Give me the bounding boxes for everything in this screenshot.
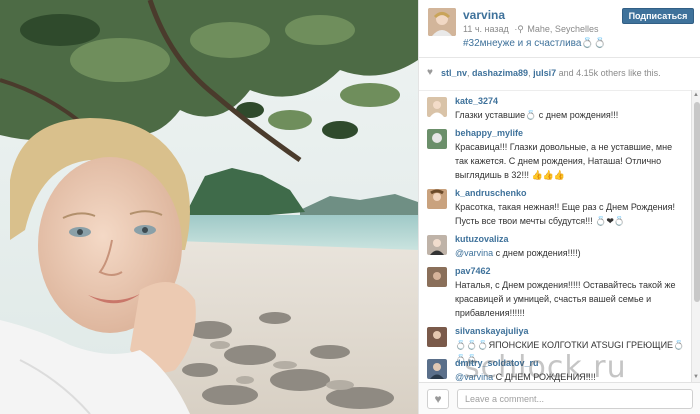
comment-text: @varvina с днем рождения!!!!) bbox=[455, 246, 685, 260]
liker-link[interactable]: julsi7 bbox=[533, 68, 556, 78]
comment-text: @varvina С ДНЕМ РОЖДЕНИЯ!!!! bbox=[455, 370, 685, 382]
post-photo bbox=[0, 0, 418, 414]
comment-username[interactable]: kate_3274 bbox=[455, 96, 498, 106]
comment-username[interactable]: dmitry_soldatov_ru bbox=[455, 358, 539, 368]
comment-footer: ♥ bbox=[419, 382, 700, 414]
likes-bar: ♥ stl_nv, dashazima89, julsi7 and 4.15k … bbox=[419, 64, 700, 84]
comment-username[interactable]: silvanskayajuliya bbox=[455, 326, 529, 336]
comment-body: С ДНЕМ РОЖДЕНИЯ!!!! bbox=[493, 372, 596, 382]
comments-scrollbar[interactable]: ▲ ▼ bbox=[691, 90, 700, 382]
mention-link[interactable]: @varvina bbox=[455, 248, 493, 258]
comments-list: kate_3274 Глазки уставшие💍 с днем рожден… bbox=[419, 90, 691, 382]
comment-text: Красавица!!! Глазки довольные, а не уста… bbox=[455, 142, 673, 180]
comment-input[interactable] bbox=[457, 389, 693, 409]
scroll-thumb[interactable] bbox=[694, 102, 700, 302]
liker-link[interactable]: stl_nv bbox=[441, 68, 467, 78]
comment-avatar[interactable] bbox=[427, 235, 447, 255]
likes-count[interactable]: 4.15k bbox=[576, 68, 598, 78]
comment-avatar[interactable] bbox=[427, 359, 447, 379]
post-time[interactable]: 11 ч. назад bbox=[463, 24, 509, 34]
comment-body: с днем рождения!!!!) bbox=[493, 248, 581, 258]
avatar[interactable] bbox=[428, 8, 456, 36]
scroll-down-arrow-icon[interactable]: ▼ bbox=[693, 374, 699, 380]
liker-link[interactable]: dashazima89 bbox=[472, 68, 528, 78]
comment-text: Глазки уставшие💍 с днем рождения!!! bbox=[455, 110, 619, 120]
comment-username[interactable]: behappy_mylife bbox=[455, 128, 523, 138]
comment-username[interactable]: kutuzovaliza bbox=[455, 234, 509, 244]
likes-text: stl_nv, dashazima89, julsi7 and 4.15k ot… bbox=[441, 68, 661, 78]
comment-avatar[interactable] bbox=[427, 189, 447, 209]
post-sidebar: varvina 11 ч. назад ·⚲ Mahe, Seychelles … bbox=[418, 0, 700, 414]
likes-suffix: others like this. bbox=[598, 68, 661, 78]
comment-username[interactable]: k_andruschenko bbox=[455, 188, 527, 198]
likes-and: and bbox=[556, 68, 577, 78]
like-button[interactable]: ♥ bbox=[427, 389, 449, 409]
heart-icon: ♥ bbox=[427, 67, 433, 78]
post-caption[interactable]: #32мнеуже и я счастлива💍💍 bbox=[463, 38, 606, 49]
heart-icon: ♥ bbox=[434, 392, 442, 406]
post-header: varvina 11 ч. назад ·⚲ Mahe, Seychelles … bbox=[419, 0, 700, 58]
location-pin-icon: ·⚲ bbox=[514, 24, 524, 34]
post-username[interactable]: varvina bbox=[463, 8, 505, 22]
follow-button[interactable]: Подписаться bbox=[622, 8, 694, 24]
post-meta: 11 ч. назад ·⚲ Mahe, Seychelles bbox=[463, 24, 598, 35]
comment-text: Красотка, такая нежная!! Еще раз с Днем … bbox=[455, 202, 675, 226]
comment-text: Наталья, с Днем рождения!!!!! Оставайтес… bbox=[455, 280, 676, 318]
comment-avatar[interactable] bbox=[427, 97, 447, 117]
comment-avatar[interactable] bbox=[427, 327, 447, 347]
post-location[interactable]: Mahe, Seychelles bbox=[527, 24, 598, 34]
comment-username[interactable]: pav7462 bbox=[455, 266, 491, 276]
comment-avatar[interactable] bbox=[427, 267, 447, 287]
comment-avatar[interactable] bbox=[427, 129, 447, 149]
mention-link[interactable]: @varvina bbox=[455, 372, 493, 382]
scroll-up-arrow-icon[interactable]: ▲ bbox=[693, 92, 699, 98]
